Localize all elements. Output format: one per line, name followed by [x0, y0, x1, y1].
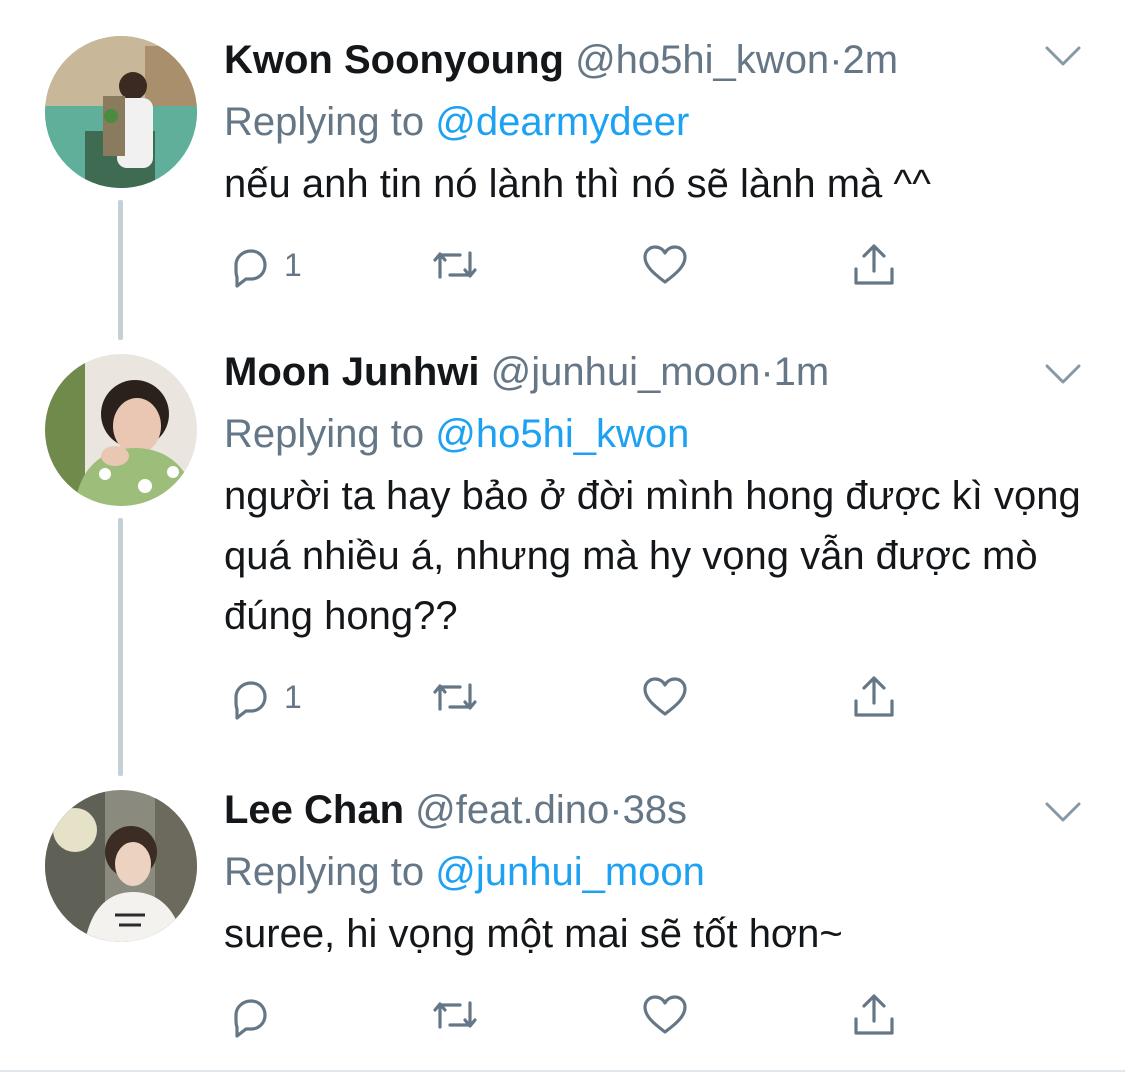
like-icon [640, 991, 690, 1039]
like-icon [640, 673, 690, 721]
replying-to-line: Replying to @ho5hi_kwon [224, 410, 1085, 458]
reply-icon [226, 241, 274, 289]
replying-to-mention[interactable]: @dearmydeer [435, 100, 689, 144]
share-button[interactable] [850, 990, 898, 1040]
avatar[interactable] [45, 790, 197, 942]
replying-to-line: Replying to @dearmydeer [224, 98, 1085, 146]
username-handle[interactable]: @feat.dino [415, 788, 609, 832]
replying-to-mention[interactable]: @junhui_moon [435, 850, 705, 894]
avatar[interactable] [45, 36, 197, 188]
retweet-icon [428, 673, 482, 721]
timestamp[interactable]: 38s [623, 788, 688, 832]
separator-dot: · [609, 788, 623, 832]
tweet-header: Lee Chan @feat.dino·38s [224, 786, 1085, 834]
replying-to-label: Replying to [224, 100, 425, 144]
reply-icon [226, 673, 274, 721]
replying-to-label: Replying to [224, 412, 425, 456]
display-name[interactable]: Kwon Soonyoung [224, 38, 564, 82]
reply-count: 1 [284, 678, 302, 715]
retweet-icon [428, 241, 482, 289]
retweet-icon [428, 991, 482, 1039]
timestamp[interactable]: 1m [774, 350, 830, 394]
tweet-header: Kwon Soonyoung @ho5hi_kwon·2m [224, 36, 1085, 84]
tweet-text: suree, hi vọng một mai sẽ tốt hơn~ [224, 912, 843, 956]
avatar[interactable] [45, 354, 197, 506]
thread-connector-line [118, 518, 123, 776]
tweet-text: người ta hay bảo ở đời mình hong được kì… [224, 474, 1081, 638]
tweet-actions [224, 990, 1085, 1050]
separator-dot: · [760, 350, 774, 394]
like-button[interactable] [640, 672, 690, 722]
retweet-button[interactable] [428, 990, 482, 1040]
replying-to-label: Replying to [224, 850, 425, 894]
chevron-down-icon[interactable] [1043, 360, 1083, 388]
timestamp[interactable]: 2m [843, 38, 899, 82]
reply-button[interactable] [226, 990, 284, 1040]
chevron-down-icon[interactable] [1043, 798, 1083, 826]
like-button[interactable] [640, 990, 690, 1040]
username-handle[interactable]: @junhui_moon [491, 350, 761, 394]
separator-dot: · [829, 38, 843, 82]
retweet-button[interactable] [428, 240, 482, 290]
replying-to-line: Replying to @junhui_moon [224, 848, 1085, 896]
reply-button[interactable]: 1 [226, 672, 302, 722]
reply-count: 1 [284, 246, 302, 283]
display-name[interactable]: Moon Junhwi [224, 350, 480, 394]
display-name[interactable]: Lee Chan [224, 788, 404, 832]
like-button[interactable] [640, 240, 690, 290]
reply-icon [226, 991, 274, 1039]
replying-to-mention[interactable]: @ho5hi_kwon [435, 412, 689, 456]
like-icon [640, 241, 690, 289]
share-button[interactable] [850, 240, 898, 290]
username-handle[interactable]: @ho5hi_kwon [575, 38, 829, 82]
tweet-actions: 1 [224, 240, 1085, 300]
tweet-text: nếu anh tin nó lành thì nó sẽ lành mà ^^ [224, 162, 931, 206]
thread-connector-line [118, 200, 123, 340]
chevron-down-icon[interactable] [1043, 42, 1083, 70]
share-icon [850, 241, 898, 289]
reply-button[interactable]: 1 [226, 240, 302, 290]
tweet-header: Moon Junhwi @junhui_moon·1m [224, 348, 1085, 396]
share-icon [850, 991, 898, 1039]
share-icon [850, 673, 898, 721]
tweet-actions: 1 [224, 672, 1085, 732]
retweet-button[interactable] [428, 672, 482, 722]
tweet[interactable]: Lee Chan @feat.dino·38s Replying to @jun… [0, 756, 1125, 1072]
share-button[interactable] [850, 672, 898, 722]
